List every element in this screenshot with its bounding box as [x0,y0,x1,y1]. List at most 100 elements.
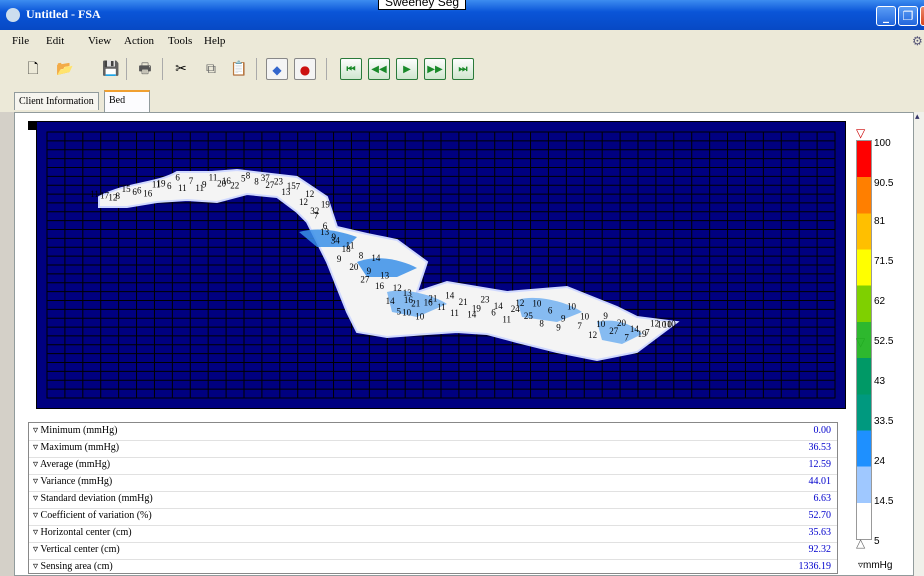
lower-handle-icon[interactable]: △ [856,536,865,550]
stat-label: ▿ Sensing area (cm) [33,561,113,572]
pressure-value-label: 19 [321,200,331,210]
pressure-value-label: 6 [137,186,142,196]
paste-icon[interactable]: 📋 [228,58,250,80]
tab-client-information[interactable]: Client Information [14,92,99,110]
stat-row-vertical-center[interactable]: ▿ Vertical center (cm) 92.32 [29,542,837,560]
pressure-value-label: 7 [189,176,194,186]
pressure-value-label: 5 [397,307,402,317]
menu-action[interactable]: Action [124,35,154,47]
pressure-value-label: 8 [359,251,364,261]
toolbar-separator [326,58,327,80]
last-frame-button[interactable]: ⏭ [452,58,474,80]
pressure-value-label: 23 [481,294,491,304]
app-icon [6,8,20,22]
unit-selector[interactable]: ▿mmHg [858,560,892,571]
stat-value: 12.59 [808,459,832,470]
upper-handle-icon[interactable]: ▽ [856,126,865,140]
scale-label: 71.5 [874,256,894,267]
stat-row-sensing-area[interactable]: ▿ Sensing area (cm) 1336.19 [29,559,837,576]
menu-view[interactable]: View [88,35,111,47]
app-menu-icon[interactable]: ⚙ [912,34,923,48]
scissors-icon[interactable]: ✂ [170,58,192,80]
pressure-value-label: 7 [624,332,629,342]
scale-label: 52.5 [874,336,894,347]
tab-bed[interactable]: Bed [104,90,150,112]
scale-label: 43 [874,376,886,387]
previous-frame-button[interactable]: ◀◀ [368,58,390,80]
pressure-value-label: 19 [638,329,648,339]
pressure-value-label: 10 [580,311,590,321]
pressure-value-label: 11 [195,183,204,193]
stat-label: ▿ Variance (mmHg) [33,476,113,487]
pressure-value-label: 13 [403,288,413,298]
pressure-value-label: 14 [445,291,455,301]
stat-value: 36.53 [808,442,832,453]
pressure-value-label: 8 [246,171,251,181]
scale-label: 24 [874,456,886,467]
record-icon[interactable]: ● [294,58,316,80]
stat-value: 44.01 [808,476,832,487]
play-button[interactable]: ▶ [396,58,418,80]
menu-tools[interactable]: Tools [168,35,192,47]
window-title: Untitled - FSA [26,7,101,21]
stat-value: 1336.19 [798,561,832,572]
pressure-value-label: 16 [424,297,434,307]
menu-help[interactable]: Help [204,35,225,47]
copy-icon[interactable]: ⧉ [200,58,222,80]
stat-row-minimum[interactable]: ▿ Minimum (mmHg) 0.00 [29,423,837,441]
stat-label: ▿ Coefficient of variation (%) [33,510,152,521]
stat-row-average[interactable]: ▿ Average (mmHg) 12.59 [29,457,837,475]
first-frame-button[interactable]: ⏮ [340,58,362,80]
stat-label: ▿ Standard deviation (mmHg) [33,493,153,504]
scale-label: 33.5 [874,416,894,427]
close-button[interactable] [920,6,924,26]
pressure-value-label: 10 [667,319,677,329]
pressure-value-label: 14 [386,296,396,306]
folder-open-icon[interactable]: 📂 [54,58,76,80]
pressure-value-label: 25 [524,311,534,321]
new-document-icon[interactable]: 🗋 [22,58,44,80]
tab-strip: Client Information Bed [0,88,924,112]
stat-row-standard-deviation[interactable]: ▿ Standard deviation (mmHg) 6.63 [29,491,837,509]
pressure-value-label: 7 [314,210,319,220]
pressure-value-label: 12 [588,330,597,340]
scale-label: 100 [874,138,891,149]
pressure-value-label: 10 [567,302,577,312]
stat-row-coefficient-of-variation[interactable]: ▿ Coefficient of variation (%) 52.70 [29,508,837,526]
pressure-value-label: 11 [90,189,99,199]
menu-file[interactable]: File [12,35,29,47]
pressure-value-label: 10 [415,312,425,322]
pressure-value-label: 10 [532,298,542,308]
stat-value: 35.63 [808,527,832,538]
diamond-icon[interactable]: ◆ [266,58,288,80]
pressure-value-label: 16 [375,281,385,291]
stat-row-variance[interactable]: ▿ Variance (mmHg) 44.01 [29,474,837,492]
pressure-value-label: 24 [511,304,521,314]
pressure-value-label: 10 [657,320,667,330]
pressure-value-label: 10 [402,307,412,317]
pressure-grid [46,131,836,399]
mid-handle-icon[interactable]: ▽ [856,335,865,349]
printer-icon[interactable]: 🖶 [134,58,156,80]
toolbar-separator [162,58,163,80]
pressure-value-label: 15 [122,184,132,194]
floppy-disk-icon[interactable]: 💾 [100,58,122,80]
pressure-value-label: 6 [167,181,172,191]
pressure-value-label: 7 [296,181,301,191]
pressure-value-label: 6 [175,173,180,183]
pressure-value-label: 11 [152,180,161,190]
stat-label: ▿ Minimum (mmHg) [33,425,118,436]
minimize-button[interactable]: _ [876,6,896,26]
pressure-value-label: 9 [367,266,372,276]
next-frame-button[interactable]: ▶▶ [424,58,446,80]
vertical-scrollbar[interactable]: ▴ [914,112,924,576]
stat-row-maximum[interactable]: ▿ Maximum (mmHg) 36.53 [29,440,837,458]
menu-edit[interactable]: Edit [46,35,64,47]
maximize-button[interactable]: ❐ [898,6,918,26]
stat-row-horizontal-center[interactable]: ▿ Horizontal center (cm) 35.63 [29,525,837,543]
toolbar-separator [126,58,127,80]
pressure-map[interactable]: 11 17 8 12 15 6 6 16 19 11 6 11 6 7 9 11 11 16 20 22 8 5 8 27 37… [36,121,846,409]
scroll-up-icon[interactable]: ▴ [915,112,920,122]
pressure-value-label: 10 [596,319,606,329]
pressure-value-label: 11 [437,302,446,312]
